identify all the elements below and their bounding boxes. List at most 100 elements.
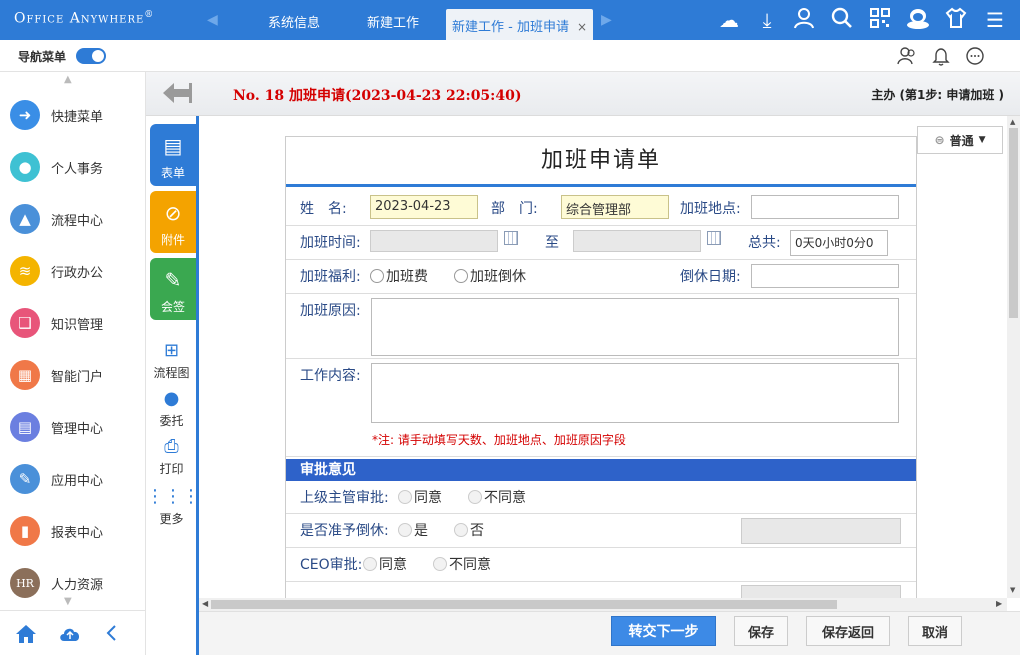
cancel-button[interactable]: 取消 <box>908 616 962 646</box>
search-icon[interactable] <box>829 7 855 33</box>
radio-label: 否 <box>470 523 484 539</box>
tool-label: 会签 <box>160 300 185 314</box>
grid-icon: ⋮⋮⋮ <box>146 486 200 507</box>
tab-overtime-application[interactable]: 新建工作 - 加班申请 × <box>446 9 594 40</box>
home-icon[interactable] <box>14 623 38 650</box>
name-field[interactable]: 2023-04-23 <box>370 195 478 219</box>
radio-label: 同意 <box>414 490 442 506</box>
cloud-upload-icon[interactable] <box>58 623 82 648</box>
sidebar-item-label: 个人事务 <box>51 161 104 177</box>
form-row-content: 工作内容: *注: 请手动填写天数、加班地点、加班原因字段 <box>286 359 916 457</box>
app-logo[interactable]: Office Anywhere® <box>14 10 154 27</box>
sidebar-item-reports[interactable]: ▮ 报表中心 <box>10 514 140 548</box>
sidebar-item-label: 应用中心 <box>51 473 104 489</box>
sidebar-scroll-down-icon[interactable]: ▼ <box>64 596 72 607</box>
rest-date-field[interactable] <box>751 264 899 288</box>
radio-dot <box>468 490 482 504</box>
tab-system-info[interactable]: 系统信息 <box>268 12 320 31</box>
priority-dropdown[interactable]: ⊜ 普通 ▼ <box>917 126 1003 154</box>
sidebar-item-label: 行政办公 <box>51 265 104 281</box>
dept-field[interactable]: 综合管理部 <box>561 195 669 219</box>
rest-no-radio[interactable]: 否 <box>454 520 484 540</box>
supervisor-agree-radio[interactable]: 同意 <box>398 487 442 507</box>
ceo-agree-radio[interactable]: 同意 <box>363 554 407 574</box>
save-return-button[interactable]: 保存返回 <box>806 616 890 646</box>
save-button[interactable]: 保存 <box>734 616 788 646</box>
vertical-scrollbar[interactable]: ▲ ▼ <box>1007 116 1020 598</box>
tool-flowchart[interactable]: ⊞ 流程图 <box>146 340 197 381</box>
scroll-left-icon[interactable]: ◀ <box>202 599 208 608</box>
sidebar-item-personal[interactable]: ● 个人事务 <box>10 150 140 184</box>
horizontal-scrollbar[interactable]: ◀ ▶ <box>199 598 1007 611</box>
tool-delegate[interactable]: ● 委托 <box>146 388 197 429</box>
dept-label: 部 门: <box>491 201 538 217</box>
radio-dot <box>370 269 384 283</box>
scrollbar-thumb[interactable] <box>211 600 837 609</box>
tool-countersign[interactable]: ✎ 会签 <box>150 258 196 320</box>
end-time-field[interactable] <box>573 230 701 252</box>
tab-close-icon[interactable]: × <box>577 20 587 34</box>
supervisor-disagree-radio[interactable]: 不同意 <box>468 487 526 507</box>
sidebar-item-management[interactable]: ▤ 管理中心 <box>10 410 140 444</box>
flow-icon: ▲ <box>10 204 40 234</box>
ceo-disagree-radio[interactable]: 不同意 <box>433 554 491 574</box>
contacts-icon[interactable] <box>897 46 917 66</box>
qrcode-icon[interactable] <box>867 7 893 33</box>
user-icon[interactable] <box>791 7 817 33</box>
start-time-field[interactable] <box>370 230 498 252</box>
sidebar-item-hr[interactable]: HR 人力资源 <box>10 566 140 600</box>
radio-label: 不同意 <box>449 557 491 573</box>
sidebar-item-portal[interactable]: ▦ 智能门户 <box>10 358 140 392</box>
tab-scroll-left-icon[interactable]: ◀ <box>207 12 218 28</box>
shirt-icon[interactable] <box>943 7 969 33</box>
reason-textarea[interactable] <box>371 298 899 356</box>
tab-new-work[interactable]: 新建工作 <box>367 12 419 31</box>
calendar-icon[interactable] <box>707 231 721 245</box>
sidebar-item-apps[interactable]: ✎ 应用中心 <box>10 462 140 496</box>
tab-scroll-right-icon[interactable]: ▶ <box>601 12 612 28</box>
collapse-icon[interactable] <box>104 623 118 648</box>
chevron-down-icon: ▼ <box>978 135 986 145</box>
content-textarea[interactable] <box>371 363 899 423</box>
calendar-icon[interactable] <box>504 231 518 245</box>
tool-attachment[interactable]: ⊘ 附件 <box>150 191 196 253</box>
rest-approval-comment[interactable] <box>741 518 901 544</box>
back-arrow-icon[interactable] <box>160 80 194 106</box>
sidebar-item-admin-office[interactable]: ≋ 行政办公 <box>10 254 140 288</box>
sidebar-item-flow-center[interactable]: ▲ 流程中心 <box>10 202 140 236</box>
total-label: 总共: <box>748 235 781 251</box>
tool-label: 更多 <box>159 512 184 526</box>
scroll-right-icon[interactable]: ▶ <box>996 599 1002 608</box>
radio-label: 不同意 <box>484 490 526 506</box>
chat-icon[interactable] <box>965 46 985 66</box>
paperclip-icon: ⊘ <box>164 201 182 225</box>
sidebar-item-knowledge[interactable]: ❑ 知识管理 <box>10 306 140 340</box>
scroll-down-icon[interactable]: ▼ <box>1010 586 1015 594</box>
download-icon[interactable]: ⤓ <box>754 7 780 33</box>
radio-label: 加班倒休 <box>470 269 526 285</box>
bell-icon[interactable] <box>931 46 951 66</box>
scroll-up-icon[interactable]: ▲ <box>1010 118 1015 126</box>
scrollbar-thumb[interactable] <box>1009 128 1018 318</box>
submit-next-button[interactable]: 转交下一步 <box>611 616 716 646</box>
chart-icon: ▮ <box>10 516 40 546</box>
total-field[interactable]: 0天0小时0分0 <box>790 230 888 256</box>
welfare-rest-radio[interactable]: 加班倒休 <box>454 266 526 286</box>
nav-menu-toggle[interactable] <box>76 48 106 64</box>
tool-print[interactable]: ⎙ 打印 <box>146 436 197 477</box>
form-row-supervisor: 上级主管审批: 同意 不同意 <box>286 481 916 514</box>
cloud-icon[interactable]: ☁ <box>716 7 742 33</box>
action-footer: 转交下一步 保存 保存返回 取消 <box>199 611 1020 655</box>
rest-yes-radio[interactable]: 是 <box>398 520 428 540</box>
location-field[interactable] <box>751 195 899 219</box>
ceo-comment[interactable] <box>741 585 901 598</box>
avatar-icon[interactable] <box>905 7 931 33</box>
sidebar-scroll-up-icon[interactable]: ▲ <box>64 74 72 85</box>
tool-more[interactable]: ⋮⋮⋮ 更多 <box>146 486 200 527</box>
menu-icon[interactable]: ☰ <box>982 7 1008 33</box>
welfare-pay-radio[interactable]: 加班费 <box>370 266 428 286</box>
name-label: 姓 名: <box>300 201 347 217</box>
sidebar-item-shortcuts[interactable]: ➜ 快捷菜单 <box>10 98 140 132</box>
tool-form[interactable]: ▤ 表单 <box>150 124 196 186</box>
form-row-ceo: CEO审批: 同意 不同意 <box>286 548 916 582</box>
